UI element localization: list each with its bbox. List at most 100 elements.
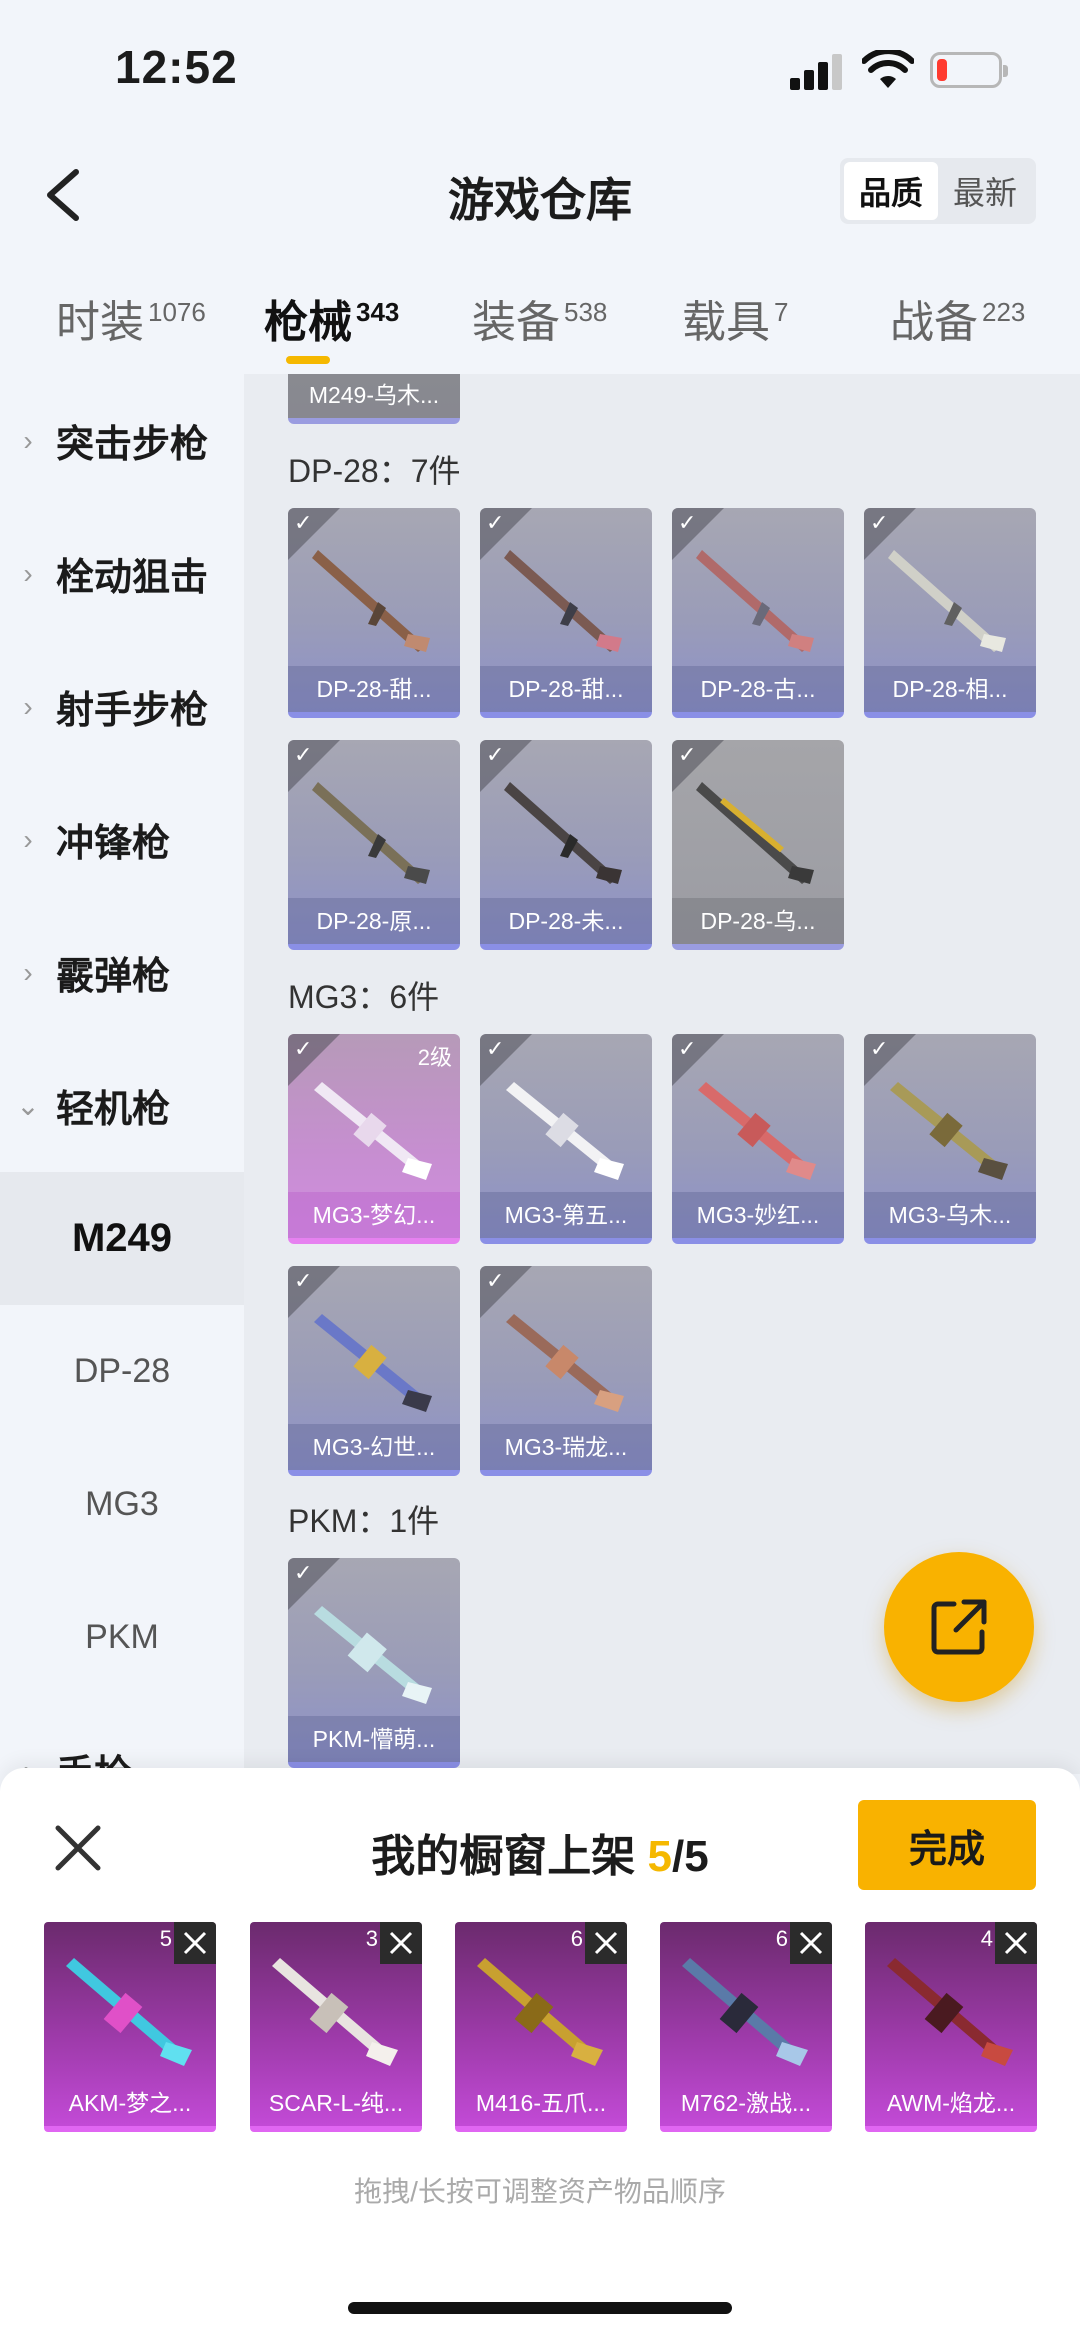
weapon-card[interactable]: ✓ MG3-第五... (480, 1034, 652, 1244)
check-icon: ✓ (678, 510, 697, 535)
machine-gun-icon (506, 1314, 624, 1412)
done-button[interactable]: 完成 (858, 1800, 1036, 1890)
tab-count: 538 (564, 297, 608, 328)
weapon-name: M249-乌木... (288, 374, 460, 418)
rifle-icon (312, 782, 430, 884)
slot-level: 6 (775, 1926, 788, 1951)
showcase-slot[interactable]: 5 AKM-梦之... (44, 1922, 216, 2132)
chevron-right-icon: › (23, 690, 33, 722)
rifle-icon (696, 550, 814, 652)
category-tabs: 时装 1076 枪械 343 装备 538 载具 7 战备 223 (0, 268, 1080, 364)
weapon-category-sidebar: › 突击步枪 › 栓动狙击 › 射手步枪 › 冲锋枪 › 霰弹枪 ⌄ 轻机枪 M249 DP… (0, 374, 244, 1774)
weapon-name: DP-28-古... (672, 666, 844, 712)
home-indicator[interactable] (348, 2302, 732, 2314)
tab-fashion[interactable]: 时装 1076 (56, 286, 206, 350)
signal-icon (790, 54, 846, 90)
weapon-card[interactable]: ✓ DP-28-古... (672, 508, 844, 718)
weapon-name: MG3-幻世... (288, 1424, 460, 1470)
weapon-name: DP-28-未... (480, 898, 652, 944)
weapon-card[interactable]: ✓ PKM-懵萌... (288, 1558, 460, 1768)
showcase-slot[interactable]: 4 AWM-焰龙... (865, 1922, 1037, 2132)
slot-name: AKM-梦之... (68, 2090, 192, 2116)
sidebar-sub-mg3[interactable]: MG3 (0, 1438, 244, 1571)
sort-quality-button[interactable]: 品质 (844, 162, 938, 220)
rifle-icon (504, 782, 622, 884)
weapon-name: DP-28-乌... (672, 898, 844, 944)
machine-gun-icon (314, 1606, 432, 1704)
external-link-icon (931, 1599, 987, 1655)
sort-newest-button[interactable]: 最新 (938, 162, 1032, 220)
sidebar-item-marksman-rifle[interactable]: › 射手步枪 (0, 640, 244, 773)
rifle-icon (696, 782, 814, 884)
status-time: 12:52 (115, 41, 238, 93)
chevron-right-icon: › (23, 956, 33, 988)
sidebar-item-smg[interactable]: › 冲锋枪 (0, 773, 244, 906)
showcase-slot[interactable]: 6 M762-激战... (660, 1922, 832, 2132)
weapon-card[interactable]: ✓ DP-28-原... (288, 740, 460, 950)
sidebar-item-assault-rifle[interactable]: › 突击步枪 (0, 374, 244, 507)
slot-level: 5 (159, 1926, 172, 1951)
weapon-name: MG3-妙红... (672, 1192, 844, 1238)
sidebar-item-bolt-sniper[interactable]: › 栓动狙击 (0, 507, 244, 640)
remove-icon[interactable] (585, 1922, 627, 1964)
sidebar-item-lmg[interactable]: ⌄ 轻机枪 (0, 1039, 244, 1172)
weapon-card[interactable]: ✓ MG3-瑞龙... (480, 1266, 652, 1476)
weapon-card[interactable]: ✓ 2级 MG3-梦幻... (288, 1034, 460, 1244)
showcase-count: 5 (647, 1832, 672, 1881)
sidebar-item-label: 射手步枪 (56, 690, 209, 732)
showcase-sheet: 我的橱窗上架 5/5 完成 5 AKM-梦之... 3 SCAR-L-纯... … (0, 1768, 1080, 2338)
sidebar-item-label: 突击步枪 (56, 424, 209, 466)
weapon-card[interactable]: ✓ DP-28-相... (864, 508, 1036, 718)
rifle-icon (888, 550, 1006, 652)
showcase-total: /5 (672, 1832, 709, 1881)
section-title-dp28: DP-28：7件 (288, 453, 461, 489)
tab-label: 战备 (890, 298, 978, 347)
remove-icon[interactable] (995, 1922, 1037, 1964)
remove-icon[interactable] (790, 1922, 832, 1964)
check-icon: ✓ (678, 1036, 697, 1061)
tab-count: 223 (982, 297, 1026, 328)
showcase-slot[interactable]: 6 M416-五爪... (455, 1922, 627, 2132)
weapon-name: PKM-懵萌... (288, 1716, 460, 1762)
weapon-card[interactable]: ✓ MG3-乌木... (864, 1034, 1036, 1244)
remove-icon[interactable] (380, 1922, 422, 1964)
weapon-card[interactable]: ✓ DP-28-甜... (288, 508, 460, 718)
chevron-down-icon: ⌄ (16, 1090, 40, 1121)
sidebar-sub-m249[interactable]: M249 (0, 1172, 244, 1305)
share-fab[interactable] (884, 1552, 1034, 1702)
showcase-slot[interactable]: 3 SCAR-L-纯... (250, 1922, 422, 2132)
sort-toggle: 品质 最新 (840, 158, 1036, 224)
weapon-name: MG3-瑞龙... (480, 1424, 652, 1470)
machine-gun-icon (314, 1082, 432, 1180)
check-icon: ✓ (486, 1036, 505, 1061)
weapon-name: DP-28-甜... (480, 666, 652, 712)
tab-guns[interactable]: 枪械 343 (264, 286, 399, 364)
remove-icon[interactable] (174, 1922, 216, 1964)
tab-vehicles[interactable]: 载具 7 (682, 286, 788, 350)
slot-level: 6 (570, 1926, 583, 1951)
weapon-card[interactable]: ✓ MG3-妙红... (672, 1034, 844, 1244)
check-icon: ✓ (486, 742, 505, 767)
machine-gun-icon (698, 1082, 816, 1180)
weapon-card[interactable]: ✓ DP-28-甜... (480, 508, 652, 718)
check-icon: ✓ (294, 510, 313, 535)
sidebar-sub-pkm[interactable]: PKM (0, 1571, 244, 1704)
check-icon: ✓ (486, 510, 505, 535)
tab-label: 时装 (56, 298, 144, 347)
chevron-right-icon: › (23, 823, 33, 855)
weapon-card[interactable]: ✓ MG3-幻世... (288, 1266, 460, 1476)
sidebar-item-shotgun[interactable]: › 霰弹枪 (0, 906, 244, 1039)
tab-equipment[interactable]: 装备 538 (472, 286, 607, 350)
weapon-card[interactable]: M249-乌木... (288, 374, 460, 424)
weapon-card[interactable]: ✓ DP-28-未... (480, 740, 652, 950)
slot-name: M416-五爪... (475, 2090, 607, 2116)
weapon-card[interactable]: ✓ DP-28-乌... (672, 740, 844, 950)
sidebar-item-label: 轻机枪 (56, 1089, 171, 1131)
check-icon: ✓ (294, 1268, 313, 1293)
tab-supplies[interactable]: 战备 223 (890, 286, 1025, 350)
rifle-icon (504, 550, 622, 652)
reorder-hint: 拖拽/长按可调整资产物品顺序 (354, 2176, 726, 2207)
sidebar-item-pistol[interactable]: ›手枪 (0, 1704, 244, 1774)
sidebar-sub-dp28[interactable]: DP-28 (0, 1305, 244, 1438)
weapon-name: MG3-乌木... (864, 1192, 1036, 1238)
